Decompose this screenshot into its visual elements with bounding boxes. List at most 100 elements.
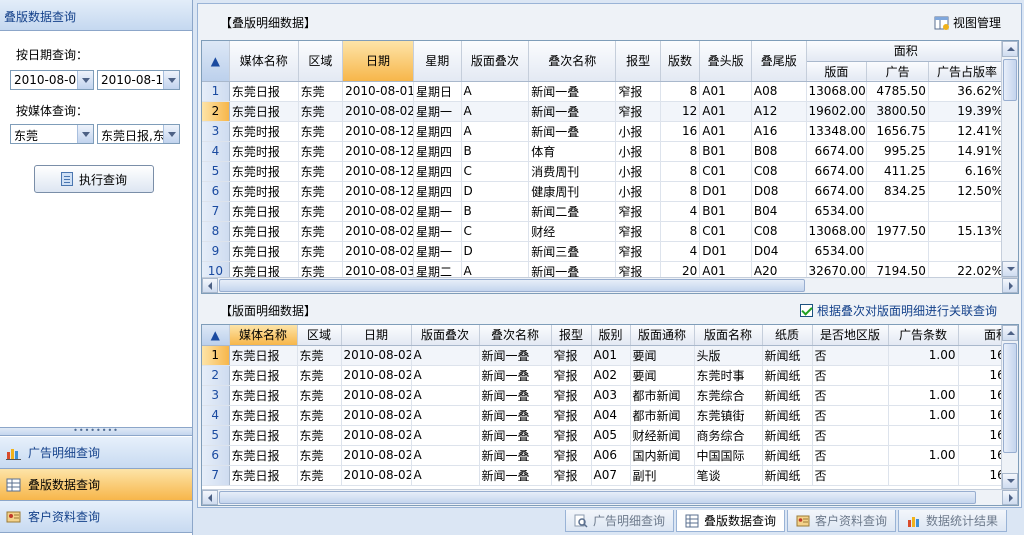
chevron-down-icon[interactable] (163, 71, 179, 89)
table-cell[interactable]: 窄报 (615, 101, 661, 122)
table-cell[interactable]: B04 (751, 201, 807, 222)
nav-item-ad-detail[interactable]: 广告明细查询 (0, 437, 192, 469)
table-row[interactable]: 3 东莞时报 东莞 2010-08-12 星期四 A 新闻一叠 小报 16 A01 A16 13348… (202, 121, 1007, 142)
related-query-checkbox[interactable]: 根据叠次对版面明细进行关联查询 (799, 302, 997, 319)
table-cell[interactable]: 否 (812, 365, 889, 386)
table-cell[interactable]: 1.00 (888, 345, 959, 366)
tab-ad-detail[interactable]: 广告明细查询 (565, 510, 675, 532)
col-header-first-page[interactable]: 叠头版 (699, 41, 752, 82)
table-row[interactable]: 5 东莞时报 东莞 2010-08-12 星期四 C 消费周刊 小报 8 C01 C08 6674.0… (202, 161, 1007, 182)
table-cell[interactable]: B08 (751, 141, 807, 162)
table-row[interactable]: 9 东莞日报 东莞 2010-08-02 星期一 D 新闻三叠 窄报 4 D01 D04 6534.0… (202, 241, 1007, 262)
table-cell[interactable]: 2010-08-02 (341, 345, 412, 366)
nav-item-overlap-data[interactable]: 叠版数据查询 (0, 469, 192, 501)
row-number[interactable]: 6 (202, 445, 230, 466)
table-cell[interactable]: 新闻三叠 (528, 241, 617, 262)
table-cell[interactable]: B01 (699, 141, 752, 162)
col-header-region[interactable]: 区域 (298, 41, 344, 82)
table-cell[interactable]: 新闻一叠 (528, 101, 617, 122)
table-cell[interactable]: 12.50% (928, 181, 1007, 202)
table-cell[interactable] (928, 241, 1007, 262)
chevron-down-icon[interactable] (77, 71, 93, 89)
scroll-down-icon[interactable] (1002, 473, 1018, 489)
table-cell[interactable]: 东莞 (297, 365, 342, 386)
row-number[interactable]: 1 (202, 345, 230, 366)
table-cell[interactable]: 东莞日报 (229, 385, 298, 406)
table-row[interactable]: 7 东莞日报 东莞 2010-08-02 星期一 B 新闻二叠 窄报 4 B01 B04 6534.0… (202, 201, 1007, 222)
scroll-thumb[interactable] (219, 491, 976, 504)
table-cell[interactable]: 东莞日报 (229, 221, 299, 242)
table-row[interactable]: 2 东莞日报 东莞 2010-08-02 星期一 A 新闻一叠 窄报 12 A01 A12 19602… (202, 101, 1007, 122)
table-row[interactable]: 2东莞日报东莞2010-08-02A新闻一叠窄报A02要闻东莞时事新闻纸否163… (202, 365, 1018, 386)
table-cell[interactable]: A04 (591, 405, 631, 426)
table-cell[interactable]: 2010-08-01 (342, 81, 414, 102)
table-cell[interactable]: 1.00 (888, 405, 959, 426)
table-cell[interactable]: A (411, 405, 480, 426)
table-cell[interactable]: 窄报 (615, 81, 661, 102)
table-row[interactable]: 7东莞日报东莞2010-08-02A新闻一叠窄报A07副刊笔谈新闻纸否1633.… (202, 465, 1018, 486)
table-cell[interactable]: 2010-08-02 (342, 101, 414, 122)
table-cell[interactable]: 东莞日报 (229, 81, 299, 102)
table-cell[interactable]: 新闻一叠 (479, 365, 552, 386)
table-cell[interactable]: 星期四 (413, 161, 462, 182)
select-all-corner[interactable]: ▲ (202, 325, 230, 346)
row-number[interactable]: 6 (202, 181, 230, 202)
top-grid-vscrollbar[interactable] (1001, 41, 1018, 277)
col-header-section-order[interactable]: 版面叠次 (411, 325, 480, 346)
top-grid-hscrollbar[interactable] (202, 277, 1018, 293)
table-cell[interactable]: 窄报 (615, 221, 661, 242)
table-cell[interactable]: 星期一 (413, 101, 462, 122)
table-cell[interactable]: 6674.00 (806, 141, 868, 162)
table-cell[interactable]: 14.91% (928, 141, 1007, 162)
table-cell[interactable]: 东莞 (297, 445, 342, 466)
table-cell[interactable]: 8 (660, 221, 701, 242)
table-cell[interactable]: 2010-08-02 (342, 221, 414, 242)
table-cell[interactable]: 东莞日报 (229, 465, 298, 486)
table-cell[interactable]: 6534.00 (806, 201, 868, 222)
table-cell[interactable]: 12 (660, 101, 701, 122)
table-cell[interactable]: 东莞 (297, 385, 342, 406)
table-cell[interactable]: 小报 (615, 141, 661, 162)
table-cell[interactable]: A (461, 81, 530, 102)
table-cell[interactable]: 新闻一叠 (479, 385, 552, 406)
table-cell[interactable]: 36.62% (928, 81, 1007, 102)
table-cell[interactable]: A16 (751, 121, 807, 142)
scroll-right-icon[interactable] (1002, 490, 1018, 505)
col-header-section-name[interactable]: 叠次名称 (479, 325, 552, 346)
row-number[interactable]: 5 (202, 425, 230, 446)
table-cell[interactable]: 新闻二叠 (528, 201, 617, 222)
table-cell[interactable]: 4 (660, 241, 701, 262)
table-cell[interactable]: A (411, 345, 480, 366)
table-cell[interactable]: 2010-08-12 (342, 121, 414, 142)
table-cell[interactable]: 窄报 (615, 241, 661, 262)
col-header-weekday[interactable]: 星期 (413, 41, 462, 82)
checkbox-checked-icon[interactable] (799, 304, 813, 317)
table-cell[interactable]: 东莞日报 (229, 405, 298, 426)
row-number[interactable]: 1 (202, 81, 230, 102)
col-header-region[interactable]: 区域 (297, 325, 342, 346)
scroll-up-icon[interactable] (1002, 41, 1018, 57)
table-cell[interactable]: 东莞 (298, 201, 344, 222)
table-cell[interactable]: D (461, 241, 530, 262)
table-cell[interactable]: 新闻纸 (762, 425, 813, 446)
table-cell[interactable]: 窄报 (551, 345, 592, 366)
tab-overlap-data[interactable]: 叠版数据查询 (676, 510, 786, 532)
table-cell[interactable]: 小报 (615, 121, 661, 142)
table-cell[interactable]: 13068.00 (806, 221, 868, 242)
table-cell[interactable]: 新闻纸 (762, 365, 813, 386)
table-cell[interactable]: D01 (699, 181, 752, 202)
col-header-page-generic-name[interactable]: 版面通称 (630, 325, 695, 346)
scroll-up-icon[interactable] (1002, 325, 1018, 341)
table-cell[interactable]: 新闻一叠 (479, 445, 552, 466)
table-cell[interactable]: 3800.50 (866, 101, 929, 122)
table-cell[interactable]: 东莞 (298, 161, 344, 182)
table-cell[interactable]: 中国国际 (694, 445, 763, 466)
table-cell[interactable]: 健康周刊 (528, 181, 617, 202)
col-header-section-name[interactable]: 叠次名称 (528, 41, 617, 82)
table-cell[interactable]: A01 (699, 81, 752, 102)
table-cell[interactable]: A12 (751, 101, 807, 122)
row-number[interactable]: 7 (202, 465, 230, 486)
table-cell[interactable]: 小报 (615, 181, 661, 202)
date-to-picker[interactable]: 2010-08-12 (97, 70, 180, 90)
table-cell[interactable]: 4 (660, 201, 701, 222)
